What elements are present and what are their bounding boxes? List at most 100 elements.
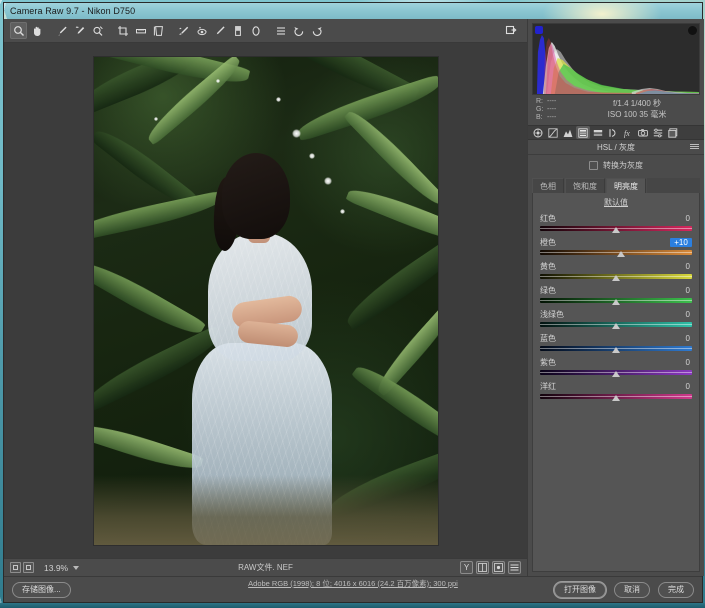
slider-knob[interactable] [612, 275, 620, 281]
slider-value[interactable]: 0 [658, 334, 692, 343]
slider-knob[interactable] [612, 323, 620, 329]
window-body: 13.9% RAW文件. NEF Y [4, 19, 702, 576]
zoom-status-bar: 13.9% RAW文件. NEF Y [4, 558, 527, 576]
slider-label: 黄色 [540, 261, 556, 272]
slider-label: 洋红 [540, 381, 556, 392]
default-values-link[interactable]: 默认值 [540, 197, 692, 208]
graduated-filter-tool[interactable] [229, 22, 246, 39]
before-after-split-button[interactable] [476, 561, 489, 574]
foreground-ground [94, 475, 438, 545]
rgb-b-label: B: [536, 114, 543, 122]
slider-knob[interactable] [612, 395, 620, 401]
slider-track[interactable] [540, 274, 692, 279]
panel-menu-icon[interactable] [690, 144, 699, 150]
save-image-button[interactable]: 存储图像... [12, 582, 71, 598]
white-balance-tool[interactable] [53, 22, 70, 39]
lens-corrections-tab[interactable] [606, 126, 620, 139]
slider-track[interactable] [540, 298, 692, 303]
exif-iso-focal: ISO 100 35 毫米 [574, 109, 700, 120]
before-after-y-button[interactable]: Y [460, 561, 473, 574]
preview-preferences-button[interactable] [508, 561, 521, 574]
basic-tab[interactable] [531, 126, 545, 139]
presets-tab[interactable] [651, 126, 665, 139]
convert-to-grayscale-checkbox[interactable] [589, 161, 598, 170]
slider-value[interactable]: 0 [658, 310, 692, 319]
tool-bar [4, 19, 527, 43]
rgb-r-label: R: [536, 98, 543, 106]
done-button[interactable]: 完成 [658, 582, 694, 598]
tab-saturation[interactable]: 饱和度 [565, 178, 605, 193]
slider-track[interactable] [540, 250, 692, 255]
zoom-in-button[interactable] [23, 562, 34, 573]
slider-knob[interactable] [612, 299, 620, 305]
color-sampler-tool[interactable] [71, 22, 88, 39]
split-toning-tab[interactable] [591, 126, 605, 139]
slider-row: 紫色0 [540, 357, 692, 375]
preview-photo[interactable] [94, 57, 438, 545]
convert-to-grayscale-label: 转换为灰度 [603, 160, 643, 171]
snapshots-tab[interactable] [666, 126, 680, 139]
slider-knob[interactable] [612, 371, 620, 377]
preferences-tool[interactable] [272, 22, 289, 39]
slider-knob[interactable] [612, 347, 620, 353]
panel-title-text: HSL / 灰度 [597, 142, 635, 153]
toggle-fullscreen-button[interactable] [502, 22, 519, 39]
convert-to-grayscale-row[interactable]: 转换为灰度 [528, 155, 704, 175]
radial-filter-tool[interactable] [247, 22, 264, 39]
slider-row: 绿色0 [540, 285, 692, 303]
tab-hue[interactable]: 色相 [532, 178, 564, 193]
zoom-out-button[interactable] [10, 562, 21, 573]
slider-header: 橙色+10 [540, 237, 692, 248]
swap-before-after-button[interactable] [492, 561, 505, 574]
slider-track[interactable] [540, 370, 692, 375]
slider-knob[interactable] [612, 227, 620, 233]
rotate-ccw-tool[interactable] [290, 22, 307, 39]
slider-track[interactable] [540, 394, 692, 399]
image-canvas[interactable] [4, 43, 527, 558]
slider-track[interactable] [540, 226, 692, 231]
slider-value[interactable]: +10 [670, 238, 692, 247]
tone-curve-tab[interactable] [546, 126, 560, 139]
footer-bar: 存储图像... Adobe RGB (1998); 8 位; 4016 x 60… [4, 576, 702, 602]
spot-removal-tool[interactable] [175, 22, 192, 39]
slider-value[interactable]: 0 [658, 382, 692, 391]
slider-label: 蓝色 [540, 333, 556, 344]
red-eye-tool[interactable] [193, 22, 210, 39]
slider-row: 黄色 0 [540, 261, 692, 279]
exif-readout: f/1.4 1/400 秒 ISO 100 35 毫米 [574, 98, 700, 125]
crop-tool[interactable] [114, 22, 131, 39]
slider-label: 浅绿色 [540, 309, 564, 320]
zoom-tool[interactable] [10, 22, 27, 39]
slider-value[interactable]: 0 [658, 214, 692, 223]
tab-luminance[interactable]: 明亮度 [606, 178, 646, 193]
rgb-g-label: G: [536, 106, 543, 114]
rgb-b-value: ---- [547, 114, 556, 122]
hand-tool[interactable] [28, 22, 45, 39]
camera-raw-screen: Camera Raw 9.7 - Nikon D750 [0, 0, 705, 608]
open-image-button[interactable]: 打开图像 [554, 582, 606, 598]
footer-action-buttons: 打开图像 取消 完成 [554, 582, 694, 598]
effects-tab[interactable]: fx [621, 126, 635, 139]
slider-value[interactable]: 0 [658, 358, 692, 367]
camera-calibration-tab[interactable] [636, 126, 650, 139]
zoom-level-value[interactable]: 13.9% [44, 563, 68, 573]
workflow-options-link[interactable]: Adobe RGB (1998); 8 位; 4016 x 6016 (24.2… [248, 578, 458, 589]
transform-tool[interactable] [150, 22, 167, 39]
slider-knob[interactable] [617, 251, 625, 257]
hsl-tab-filler [647, 178, 700, 193]
slider-row: 蓝色 0 [540, 333, 692, 351]
hsl-grayscale-tab[interactable] [576, 126, 590, 139]
adjustment-brush-tool[interactable] [211, 22, 228, 39]
cancel-button[interactable]: 取消 [614, 582, 650, 598]
slider-value[interactable]: 0 [658, 262, 692, 271]
slider-row: 红色0 [540, 213, 692, 231]
slider-track[interactable] [540, 322, 692, 327]
detail-tab[interactable] [561, 126, 575, 139]
targeted-adjustment-tool[interactable] [89, 22, 106, 39]
histogram[interactable] [532, 23, 700, 95]
chevron-down-icon[interactable] [73, 566, 79, 570]
slider-track[interactable] [540, 346, 692, 351]
slider-value[interactable]: 0 [658, 286, 692, 295]
straighten-tool[interactable] [132, 22, 149, 39]
rotate-cw-tool[interactable] [308, 22, 325, 39]
